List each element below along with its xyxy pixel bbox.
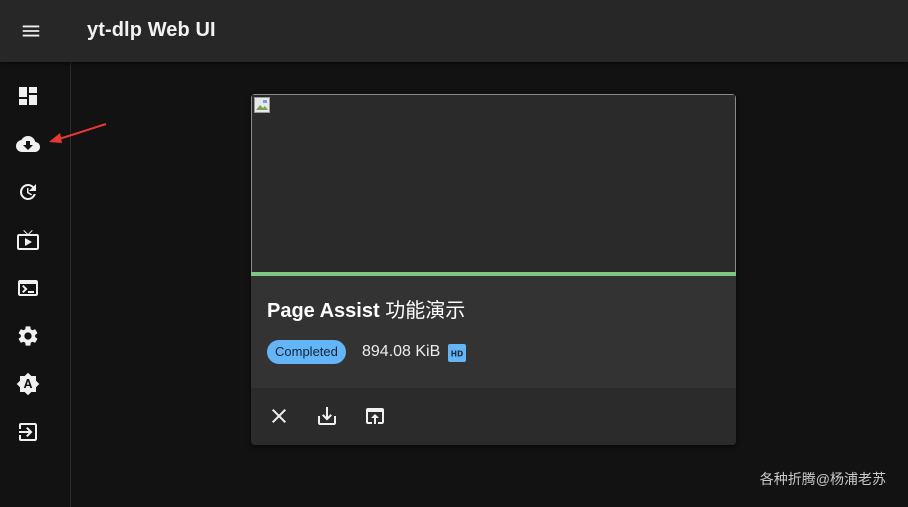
broken-image-icon — [254, 97, 270, 113]
file-size: 894.08 KiB — [362, 343, 441, 360]
video-title: Page Assist 功能演示 — [267, 294, 465, 323]
cloud-download-icon[interactable] — [14, 130, 42, 158]
dashboard-icon[interactable] — [14, 82, 42, 110]
logout-icon[interactable] — [14, 418, 42, 446]
download-icon[interactable] — [311, 400, 343, 432]
terminal-icon[interactable] — [14, 274, 42, 302]
menu-icon[interactable] — [20, 20, 42, 42]
app-title: yt-dlp Web UI — [87, 19, 216, 41]
app-bar: yt-dlp Web UI — [0, 0, 908, 62]
status-badge: Completed — [267, 340, 346, 364]
video-title-latin: Page Assist — [267, 300, 380, 322]
close-icon[interactable] — [263, 400, 295, 432]
card-content: Page Assist 功能演示 Completed 894.08 KiB HD — [251, 276, 736, 388]
video-thumbnail — [251, 94, 736, 274]
video-title-cjk: 功能演示 — [379, 300, 466, 322]
card-actions — [251, 388, 736, 445]
open-external-icon[interactable] — [359, 400, 391, 432]
download-card: Page Assist 功能演示 Completed 894.08 KiB HD — [251, 94, 736, 445]
sidebar — [0, 62, 71, 507]
brightness-auto-icon[interactable] — [14, 370, 42, 398]
live-tv-icon[interactable] — [14, 226, 42, 254]
hd-badge-label: HD — [451, 350, 464, 359]
history-icon[interactable] — [14, 178, 42, 206]
settings-gear-icon[interactable] — [14, 322, 42, 350]
hd-icon: HD — [448, 344, 466, 362]
watermark: 各种折腾@杨浦老苏 — [759, 471, 886, 487]
